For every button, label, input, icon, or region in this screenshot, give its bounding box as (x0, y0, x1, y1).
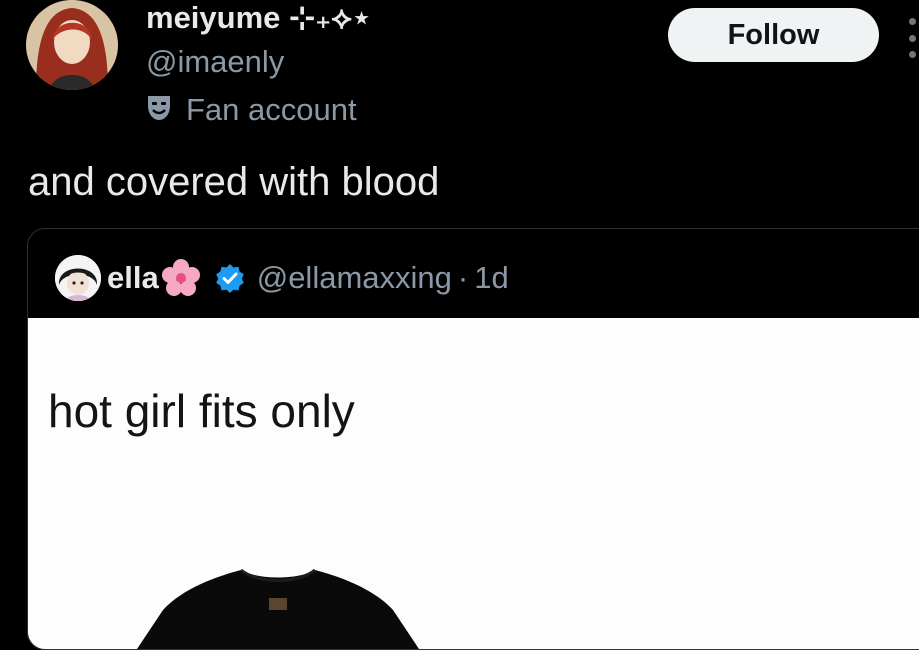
tweet-text: and covered with blood (28, 160, 440, 204)
verified-badge-icon (215, 263, 245, 293)
quoted-tweet-header: ella @ellamaxxing · 1d (55, 255, 509, 301)
black-tshirt-icon (137, 568, 419, 649)
quoted-author-avatar[interactable] (55, 255, 101, 301)
quoted-image[interactable]: hot girl fits only (28, 318, 919, 649)
quoted-avatar-icon (55, 255, 101, 301)
quoted-tweet-card[interactable]: ella @ellamaxxing · 1d hot girl fits onl… (27, 228, 919, 650)
author-handle[interactable]: @imaenly (146, 44, 284, 80)
follow-button[interactable]: Follow (668, 8, 879, 62)
quoted-display-name[interactable]: ella (107, 260, 159, 296)
author-avatar[interactable] (26, 0, 118, 90)
quoted-handle[interactable]: @ellamaxxing (257, 260, 452, 296)
quoted-timestamp[interactable]: 1d (474, 260, 508, 296)
more-vertical-icon[interactable] (906, 18, 919, 58)
theater-mask-icon (146, 94, 172, 127)
author-display-name[interactable]: meiyume ⊹₊⟡⋆ (146, 0, 371, 37)
fan-account-badge: Fan account (146, 92, 357, 128)
separator-dot: · (457, 260, 469, 295)
quoted-image-caption: hot girl fits only (48, 385, 355, 437)
badge-label: Fan account (186, 92, 357, 127)
cherry-blossom-icon (161, 258, 201, 298)
anime-avatar-icon (26, 0, 118, 90)
